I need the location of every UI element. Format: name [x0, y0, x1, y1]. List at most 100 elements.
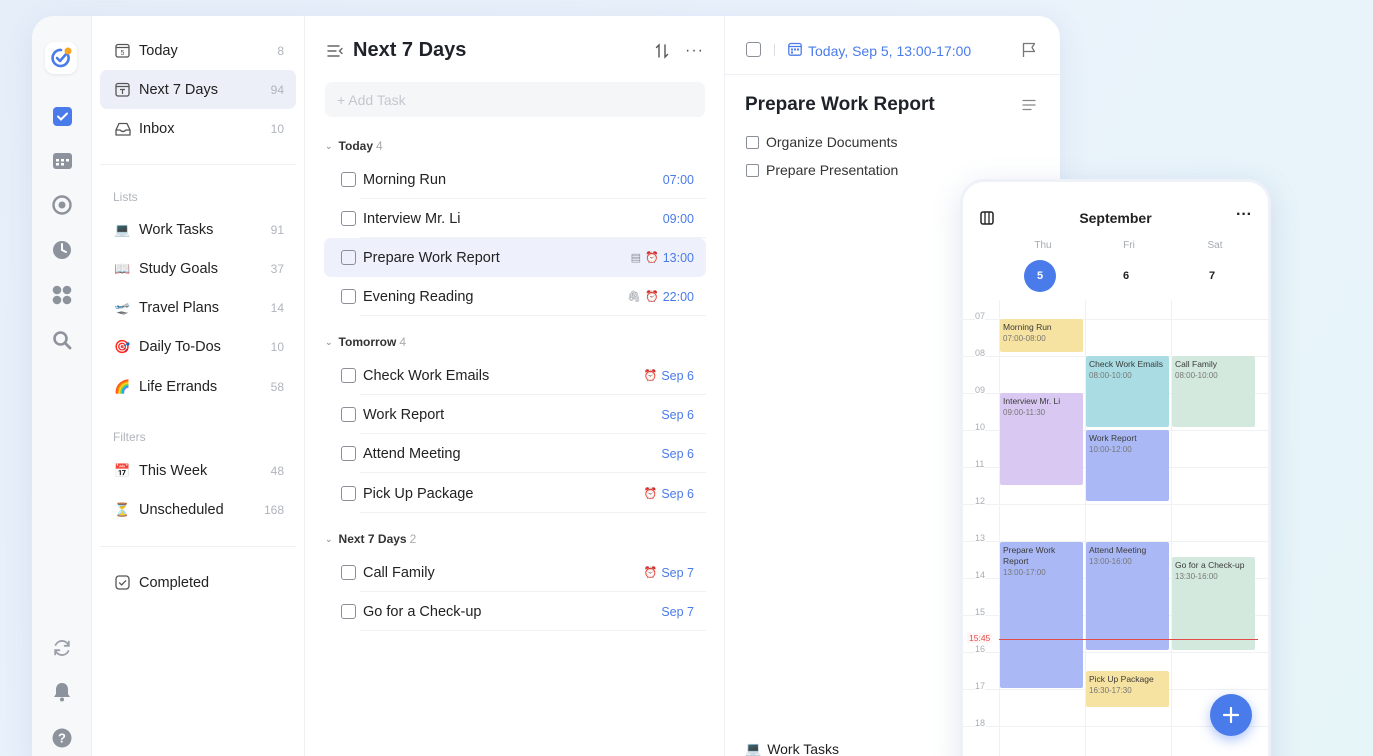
calendar-event[interactable]: Call Family 08:00-10:00 — [1172, 356, 1255, 427]
tasks-icon[interactable] — [51, 105, 73, 127]
subtask-checkbox[interactable] — [746, 135, 759, 149]
focus-icon[interactable] — [51, 194, 73, 216]
note-icon: ▤ — [630, 252, 642, 264]
sidebar-item-count: 48 — [270, 463, 284, 478]
task-checkbox[interactable] — [341, 172, 356, 187]
hour-row: 12 — [963, 496, 1268, 541]
sidebar-item-next-7-days[interactable]: Next 7 Days 94 — [100, 70, 296, 109]
sidebar-item-completed[interactable]: Completed — [100, 563, 296, 602]
subtask-item[interactable]: Organize Documents — [746, 134, 898, 150]
sidebar-item-life-errands[interactable]: 🌈 Life Errands 58 — [100, 367, 296, 406]
laptop-icon: 💻 — [745, 741, 762, 756]
day-number[interactable]: 7 — [1196, 260, 1228, 292]
sidebar-toggle-icon[interactable] — [327, 44, 343, 63]
hour-label: 11 — [975, 459, 985, 469]
search-icon[interactable] — [51, 329, 73, 351]
flag-icon[interactable] — [1022, 42, 1036, 63]
sidebar-item-work-tasks[interactable]: 💻 Work Tasks 91 — [100, 210, 296, 249]
task-row[interactable]: Work Report Sep 6 — [324, 395, 706, 434]
svg-text:?: ? — [58, 731, 66, 746]
sidebar-item-today[interactable]: 5 Today 8 — [100, 31, 296, 70]
sync-icon[interactable] — [51, 637, 73, 659]
task-checkbox[interactable] — [341, 211, 356, 226]
group-header-next-7-days[interactable]: ⌄ Next 7 Days 2 — [325, 532, 416, 546]
pomodoro-icon[interactable] — [51, 239, 73, 261]
alarm-icon: ⏰ — [645, 291, 659, 303]
due-date-text: Today, Sep 5, 13:00-17:00 — [808, 42, 972, 59]
group-header-tomorrow[interactable]: ⌄ Tomorrow 4 — [325, 335, 406, 349]
task-title: Prepare Work Report — [363, 249, 500, 266]
sidebar-item-count: 37 — [270, 261, 284, 276]
subtask-checkbox[interactable] — [746, 163, 759, 177]
sidebar-item-inbox[interactable]: Inbox 10 — [100, 109, 296, 148]
calendar-event[interactable]: Morning Run 07:00-08:00 — [1000, 319, 1083, 352]
hour-label: 07 — [975, 311, 986, 321]
current-time-label: 15:45 — [967, 633, 993, 643]
add-task-input[interactable]: + Add Task — [325, 82, 705, 117]
alarm-icon: ⏰ — [643, 370, 658, 382]
day-number[interactable]: 6 — [1110, 260, 1142, 292]
calendar-event[interactable]: Prepare Work Report 13:00-17:00 — [1000, 542, 1083, 688]
task-checkbox[interactable] — [341, 368, 356, 383]
description-icon[interactable] — [1022, 98, 1036, 116]
task-row[interactable]: Call Family ⏰ Sep 7 — [324, 553, 706, 592]
task-row[interactable]: Check Work Emails ⏰ Sep 6 — [324, 356, 706, 395]
notification-bell-icon[interactable] — [51, 681, 73, 703]
task-title: Check Work Emails — [363, 367, 490, 384]
task-row[interactable]: Interview Mr. Li 09:00 — [324, 199, 706, 238]
task-row[interactable]: Go for a Check-up Sep 7 — [324, 592, 706, 631]
sidebar-item-this-week[interactable]: 📅 This Week 48 — [100, 451, 296, 490]
sidebar-item-travel-plans[interactable]: 🛫 Travel Plans 14 — [100, 288, 296, 327]
app-logo[interactable] — [45, 42, 77, 74]
sort-icon[interactable] — [655, 43, 669, 64]
calendar-icon[interactable] — [51, 149, 73, 171]
task-checkbox[interactable] — [341, 407, 356, 422]
sidebar-item-study-goals[interactable]: 📖 Study Goals 37 — [100, 249, 296, 288]
task-row[interactable]: Attend Meeting Sep 6 — [324, 434, 706, 473]
habit-icon[interactable] — [51, 284, 73, 306]
calendar-event[interactable]: Check Work Emails 08:00-10:00 — [1086, 356, 1169, 427]
rainbow-icon: 🌈 — [114, 378, 131, 394]
task-due-text: 22:00 — [662, 289, 694, 304]
calendar-event[interactable]: Go for a Check-up 13:30-16:00 — [1172, 557, 1255, 650]
task-checkbox[interactable] — [341, 289, 356, 304]
task-row[interactable]: Morning Run 07:00 — [324, 160, 706, 199]
subtask-item[interactable]: Prepare Presentation — [746, 162, 898, 178]
task-due: 🖇 ⏰ 22:00 — [627, 290, 694, 304]
subtask-title: Prepare Presentation — [766, 162, 899, 178]
sidebar-item-label: Travel Plans — [139, 299, 220, 316]
task-due: Sep 6 — [661, 447, 694, 461]
detail-list-selector[interactable]: 💻 Work Tasks — [745, 741, 839, 756]
detail-title[interactable]: Prepare Work Report — [745, 94, 935, 116]
event-title: Prepare Work Report — [1003, 545, 1056, 566]
detail-header: Today, Sep 5, 13:00-17:00 — [725, 16, 1060, 75]
completed-check-icon — [114, 575, 131, 590]
page-title: Next 7 Days — [353, 39, 467, 61]
current-time-line — [999, 639, 1258, 640]
detail-checkbox[interactable] — [746, 42, 761, 57]
more-options-icon[interactable]: ··· — [685, 42, 704, 60]
sidebar-item-label: Today — [139, 42, 178, 59]
calendar-event[interactable]: Attend Meeting 13:00-16:00 — [1086, 542, 1169, 650]
task-checkbox[interactable] — [341, 486, 356, 501]
task-row[interactable]: Pick Up Package ⏰ Sep 6 — [324, 474, 706, 513]
group-header-today[interactable]: ⌄ Today 4 — [325, 139, 383, 153]
day-number-selected[interactable]: 5 — [1024, 260, 1056, 292]
task-checkbox[interactable] — [341, 446, 356, 461]
task-row-selected[interactable]: Prepare Work Report ▤ ⏰ 13:00 — [324, 238, 706, 277]
calendar-more-icon[interactable]: ··· — [1236, 206, 1252, 224]
due-date-picker[interactable]: Today, Sep 5, 13:00-17:00 — [788, 42, 971, 59]
sidebar-item-daily-todos[interactable]: 🎯 Daily To-Dos 10 — [100, 327, 296, 366]
day-of-week: Thu — [1034, 240, 1052, 251]
task-row[interactable]: Evening Reading 🖇 ⏰ 22:00 — [324, 277, 706, 316]
help-icon[interactable]: ? — [51, 727, 73, 749]
calendar-event[interactable]: Pick Up Package 16:30-17:30 — [1086, 671, 1169, 707]
add-event-button[interactable] — [1210, 694, 1252, 736]
group-count: 4 — [376, 139, 383, 153]
task-checkbox[interactable] — [341, 604, 356, 619]
task-checkbox[interactable] — [341, 250, 356, 265]
task-checkbox[interactable] — [341, 565, 356, 580]
calendar-event[interactable]: Interview Mr. Li 09:00-11:30 — [1000, 393, 1083, 485]
calendar-event[interactable]: Work Report 10:00-12:00 — [1086, 430, 1169, 501]
sidebar-item-unscheduled[interactable]: ⏳ Unscheduled 168 — [100, 490, 296, 529]
